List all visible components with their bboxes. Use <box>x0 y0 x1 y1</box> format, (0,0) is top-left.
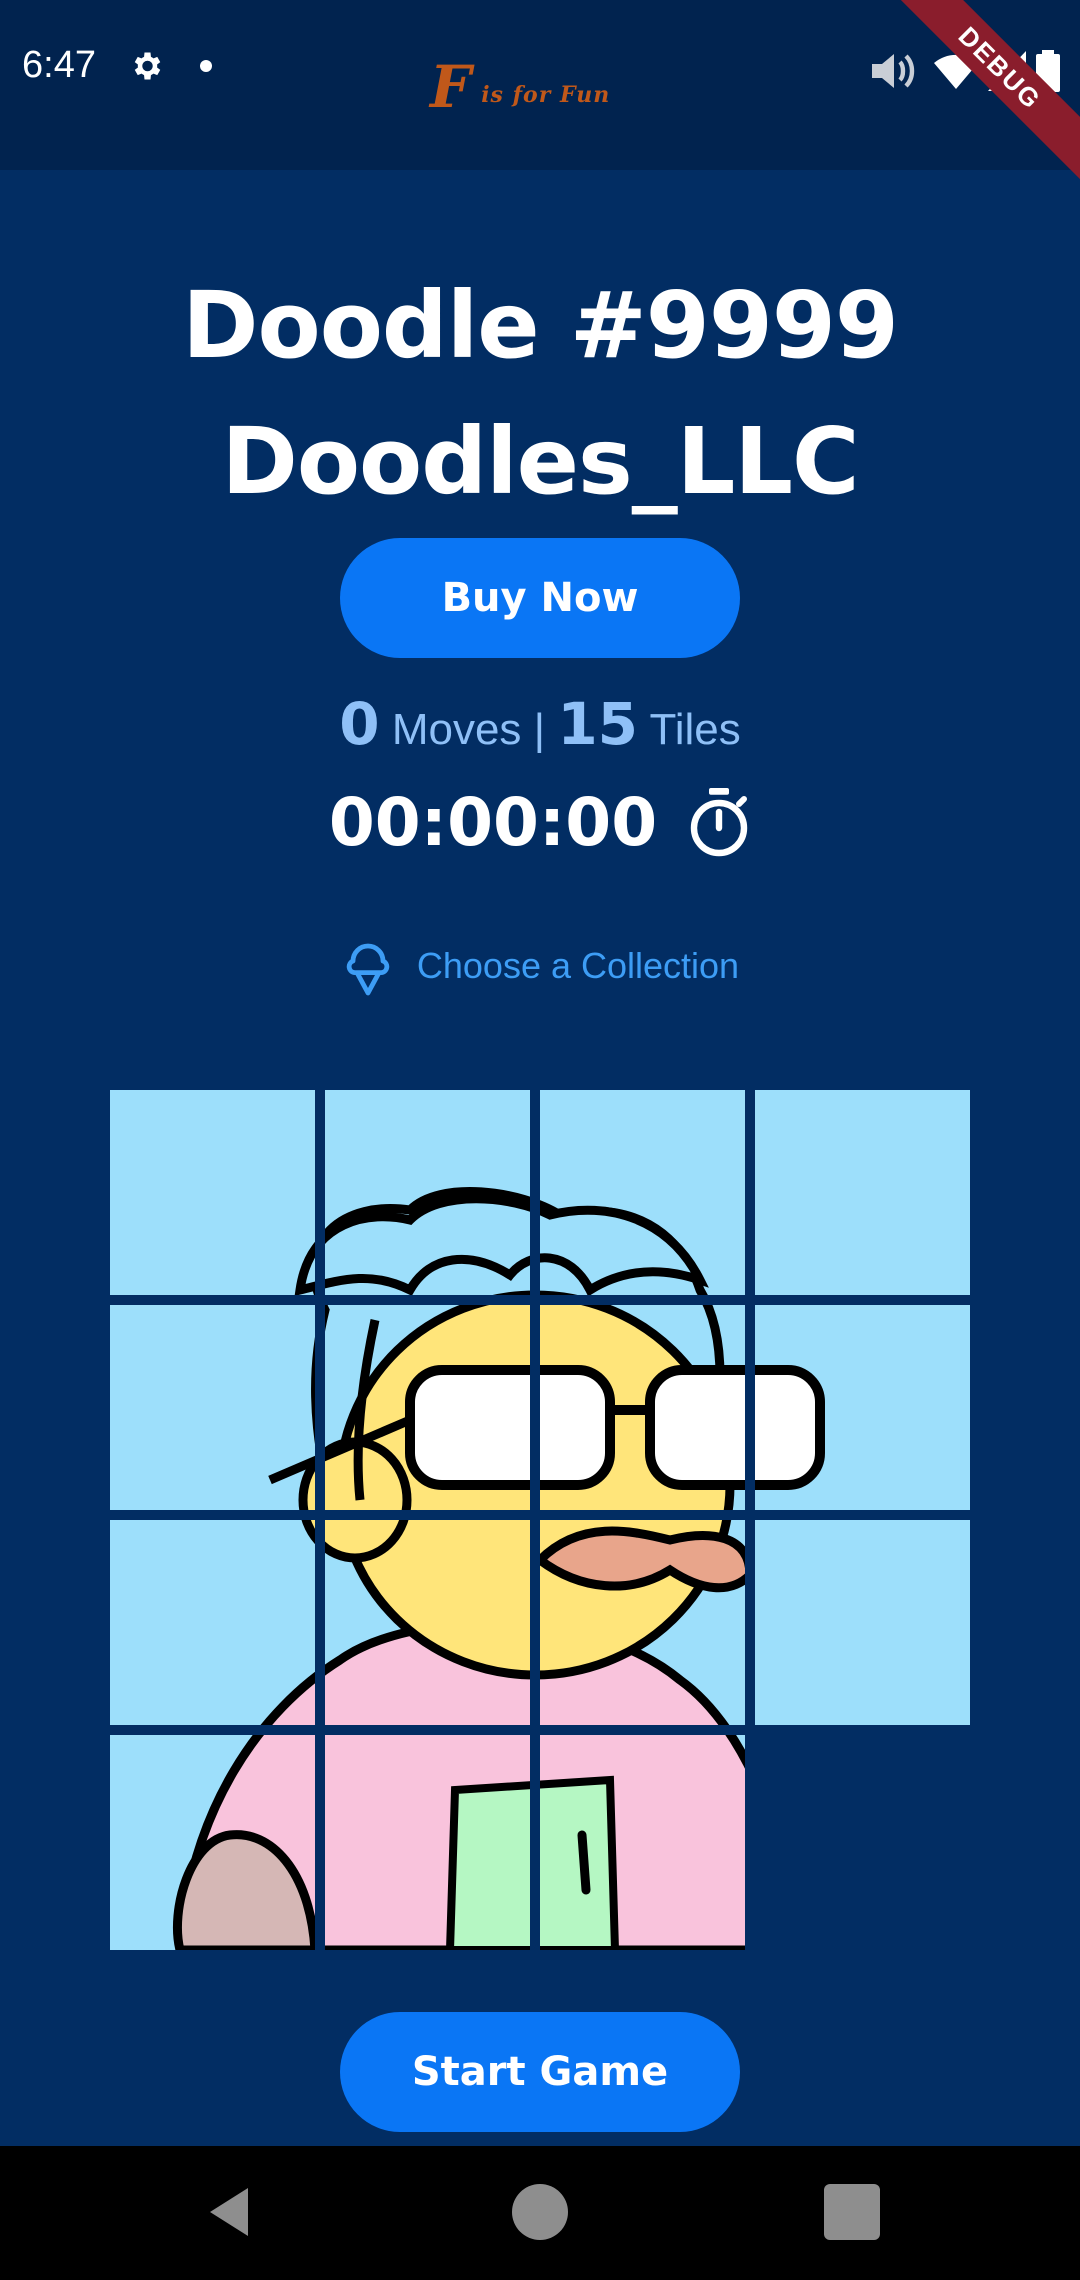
back-icon[interactable] <box>200 2182 260 2242</box>
moves-label: Moves <box>391 705 522 754</box>
timer-value: 00:00:00 <box>328 784 658 861</box>
stopwatch-icon <box>690 787 748 856</box>
page-title: Doodle #9999 <box>182 272 899 379</box>
timer-row: 00:00:00 <box>0 784 1080 861</box>
start-game-button[interactable]: Start Game <box>340 2012 740 2132</box>
tiles-label: Tiles <box>649 705 741 754</box>
logo-letter: F <box>430 53 472 121</box>
tiles-count: 15 <box>557 690 639 758</box>
volume-icon <box>872 54 915 88</box>
stats-separator: | <box>533 705 546 754</box>
puzzle-board <box>110 1090 970 1950</box>
empty-tile-slot <box>755 1735 970 1950</box>
notification-dot-icon <box>200 60 212 72</box>
choose-collection-link[interactable]: Choose a Collection <box>0 935 1080 997</box>
puzzle-image <box>110 1090 970 1950</box>
home-icon[interactable] <box>510 2182 570 2242</box>
status-time: 6:47 <box>22 44 96 86</box>
collection-name: Doodles_LLC <box>221 408 859 515</box>
gear-icon <box>134 52 161 80</box>
logo-tagline: is for Fun <box>481 82 611 108</box>
app-logo: F is for Fun <box>430 56 610 116</box>
recents-icon[interactable] <box>822 2182 882 2242</box>
navigation-bar <box>0 2146 1080 2280</box>
debug-banner: DEBUG <box>878 0 1080 190</box>
choose-collection-label: Choose a Collection <box>416 945 740 986</box>
buy-now-button[interactable]: Buy Now <box>340 538 740 658</box>
moves-count: 0 <box>339 690 380 758</box>
ice-cream-icon <box>346 943 390 996</box>
status-bar: 6:47 F is for Fun DEBUG <box>0 0 1080 190</box>
game-stats: 0 Moves | 15 Tiles <box>0 690 1080 758</box>
